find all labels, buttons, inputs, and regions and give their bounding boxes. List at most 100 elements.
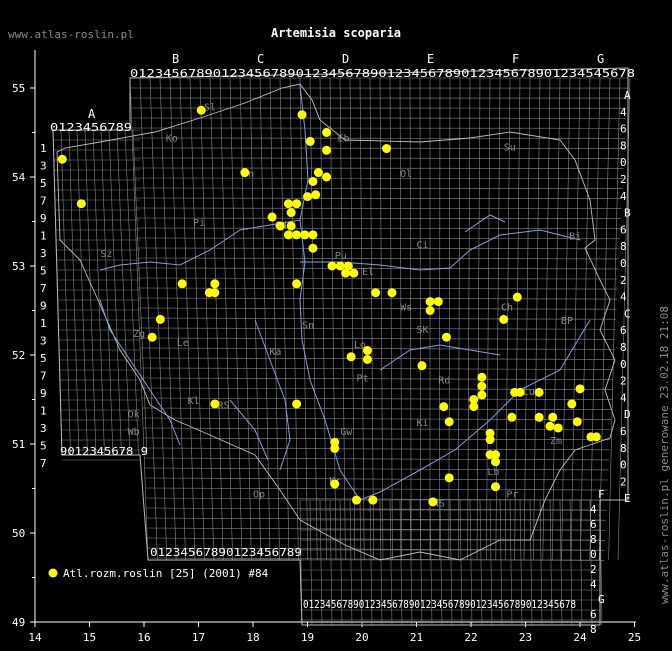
occurrence-point — [387, 288, 397, 298]
x-tick-label: 24 — [573, 631, 587, 644]
grid-digit-west-side: 7 — [40, 282, 47, 295]
grid-label-east: 4 — [620, 391, 627, 404]
occurrence-point — [76, 199, 86, 209]
region-label: Ol — [400, 169, 412, 180]
grid-digit-west-side: 1 — [40, 317, 47, 330]
occurrence-point — [177, 279, 187, 289]
region-label: Kl — [188, 396, 200, 407]
occurrence-point — [322, 128, 332, 137]
grid-label-east: 8 — [620, 442, 627, 455]
x-tick-label: 19 — [301, 631, 314, 644]
grid-digits-bottom2: 0123456789012345678901234567890123456789… — [303, 598, 576, 611]
occurrence-point — [428, 497, 438, 507]
occurrence-point — [300, 230, 310, 240]
occurrence-point — [322, 145, 332, 155]
x-tick-label: 25 — [628, 631, 641, 644]
grid-letter: F — [512, 52, 519, 66]
occurrence-point — [491, 482, 501, 492]
grid-letter: C — [257, 52, 264, 66]
occurrence-point — [210, 288, 220, 298]
occurrence-point — [240, 168, 250, 178]
occurrence-point — [283, 199, 293, 209]
occurrence-point — [303, 192, 312, 202]
grid-letter: B — [172, 52, 179, 66]
grid-digit-west-side: 9 — [40, 300, 47, 313]
legend-marker — [48, 568, 58, 578]
occurrence-point — [567, 399, 577, 409]
grid-label-southeast: F — [598, 488, 605, 501]
occurrence-point — [57, 154, 67, 164]
region-label: Ws — [400, 303, 412, 314]
region-label: Ka — [269, 347, 281, 358]
grid-label-east: 6 — [620, 223, 627, 236]
occurrence-point — [441, 332, 451, 342]
occurrence-point — [362, 354, 372, 364]
grid-letter: D — [342, 52, 349, 66]
grid-label-southeast: G — [598, 593, 605, 606]
region-label: Zg — [133, 329, 145, 340]
y-tick-label: 49 — [12, 616, 25, 629]
grid-label-east: 2 — [620, 375, 627, 388]
x-tick-label: 15 — [83, 631, 96, 644]
occurrence-point — [147, 332, 157, 342]
grid-label-east: 2 — [620, 274, 627, 287]
grid-label-east: B — [624, 207, 631, 220]
occurrence-point — [368, 495, 378, 505]
occurrence-point — [444, 417, 454, 427]
region-label: Sl — [204, 102, 216, 113]
region-label: Lu — [523, 387, 535, 398]
occurrence-point — [308, 176, 318, 186]
region-label: Sz — [100, 249, 112, 260]
occurrence-point — [283, 230, 293, 240]
grid-label-southeast: 4 — [590, 503, 597, 516]
site-url[interactable]: www.atlas-roslin.pl — [8, 28, 134, 41]
region-label: Op — [253, 489, 265, 500]
occurrence-point — [499, 314, 509, 324]
occurrence-point — [308, 243, 318, 253]
occurrence-point — [545, 421, 555, 431]
occurrence-point — [196, 105, 206, 115]
region-label: RS — [218, 400, 230, 411]
region-label: Ci — [417, 240, 429, 251]
occurrence-point — [308, 230, 318, 240]
grid-digit-west-side: 5 — [40, 440, 47, 453]
occurrence-point — [297, 110, 307, 120]
occurrence-point — [292, 199, 302, 209]
occurrence-point — [477, 390, 487, 400]
occurrence-point — [433, 297, 443, 307]
occurrence-point — [425, 297, 435, 307]
occurrence-point — [292, 399, 302, 409]
grid-digit-west-side: 3 — [40, 422, 47, 435]
region-label: El — [362, 267, 374, 278]
region-label: Su — [504, 142, 516, 153]
occurrence-point — [553, 423, 563, 433]
grid-letter: E — [427, 52, 434, 66]
legend: Atl.rozm.roslin [25] (2001) #84 — [48, 567, 269, 580]
grid-label-southeast: 8 — [590, 623, 597, 636]
grid-digits-bottom1: 01234567890123456789 — [150, 546, 302, 559]
region-label: Ok — [128, 409, 140, 420]
occurrence-point — [477, 381, 487, 391]
grid-digit-west-side: 3 — [40, 160, 47, 173]
grid-digit-west-side: 5 — [40, 265, 47, 278]
atpol-grid — [52, 67, 631, 626]
grid-label-east: 8 — [620, 341, 627, 354]
grid-label-east: 4 — [620, 190, 627, 203]
grid-label-southeast: 0 — [590, 548, 597, 561]
grid-label-east: 8 — [620, 139, 627, 152]
region-label: Wb — [128, 427, 140, 438]
region-label: Ki — [417, 418, 429, 429]
grid-label-east: 0 — [620, 257, 627, 270]
region-label: Zm — [550, 436, 562, 447]
occurrence-point — [286, 208, 296, 218]
x-tick-label: 23 — [519, 631, 532, 644]
region-label: Pu — [335, 251, 347, 262]
grid-digit-west-side: 3 — [40, 335, 47, 348]
y-tick-label: 50 — [12, 527, 25, 540]
occurrence-point — [349, 268, 359, 278]
occurrence-point — [439, 402, 449, 412]
grid-label-east: 4 — [620, 106, 627, 119]
grid-digits-west-bottom: 9012345678 9 — [60, 445, 148, 458]
grid-label-east: A — [624, 89, 631, 102]
grid-label-east: 2 — [620, 475, 627, 488]
